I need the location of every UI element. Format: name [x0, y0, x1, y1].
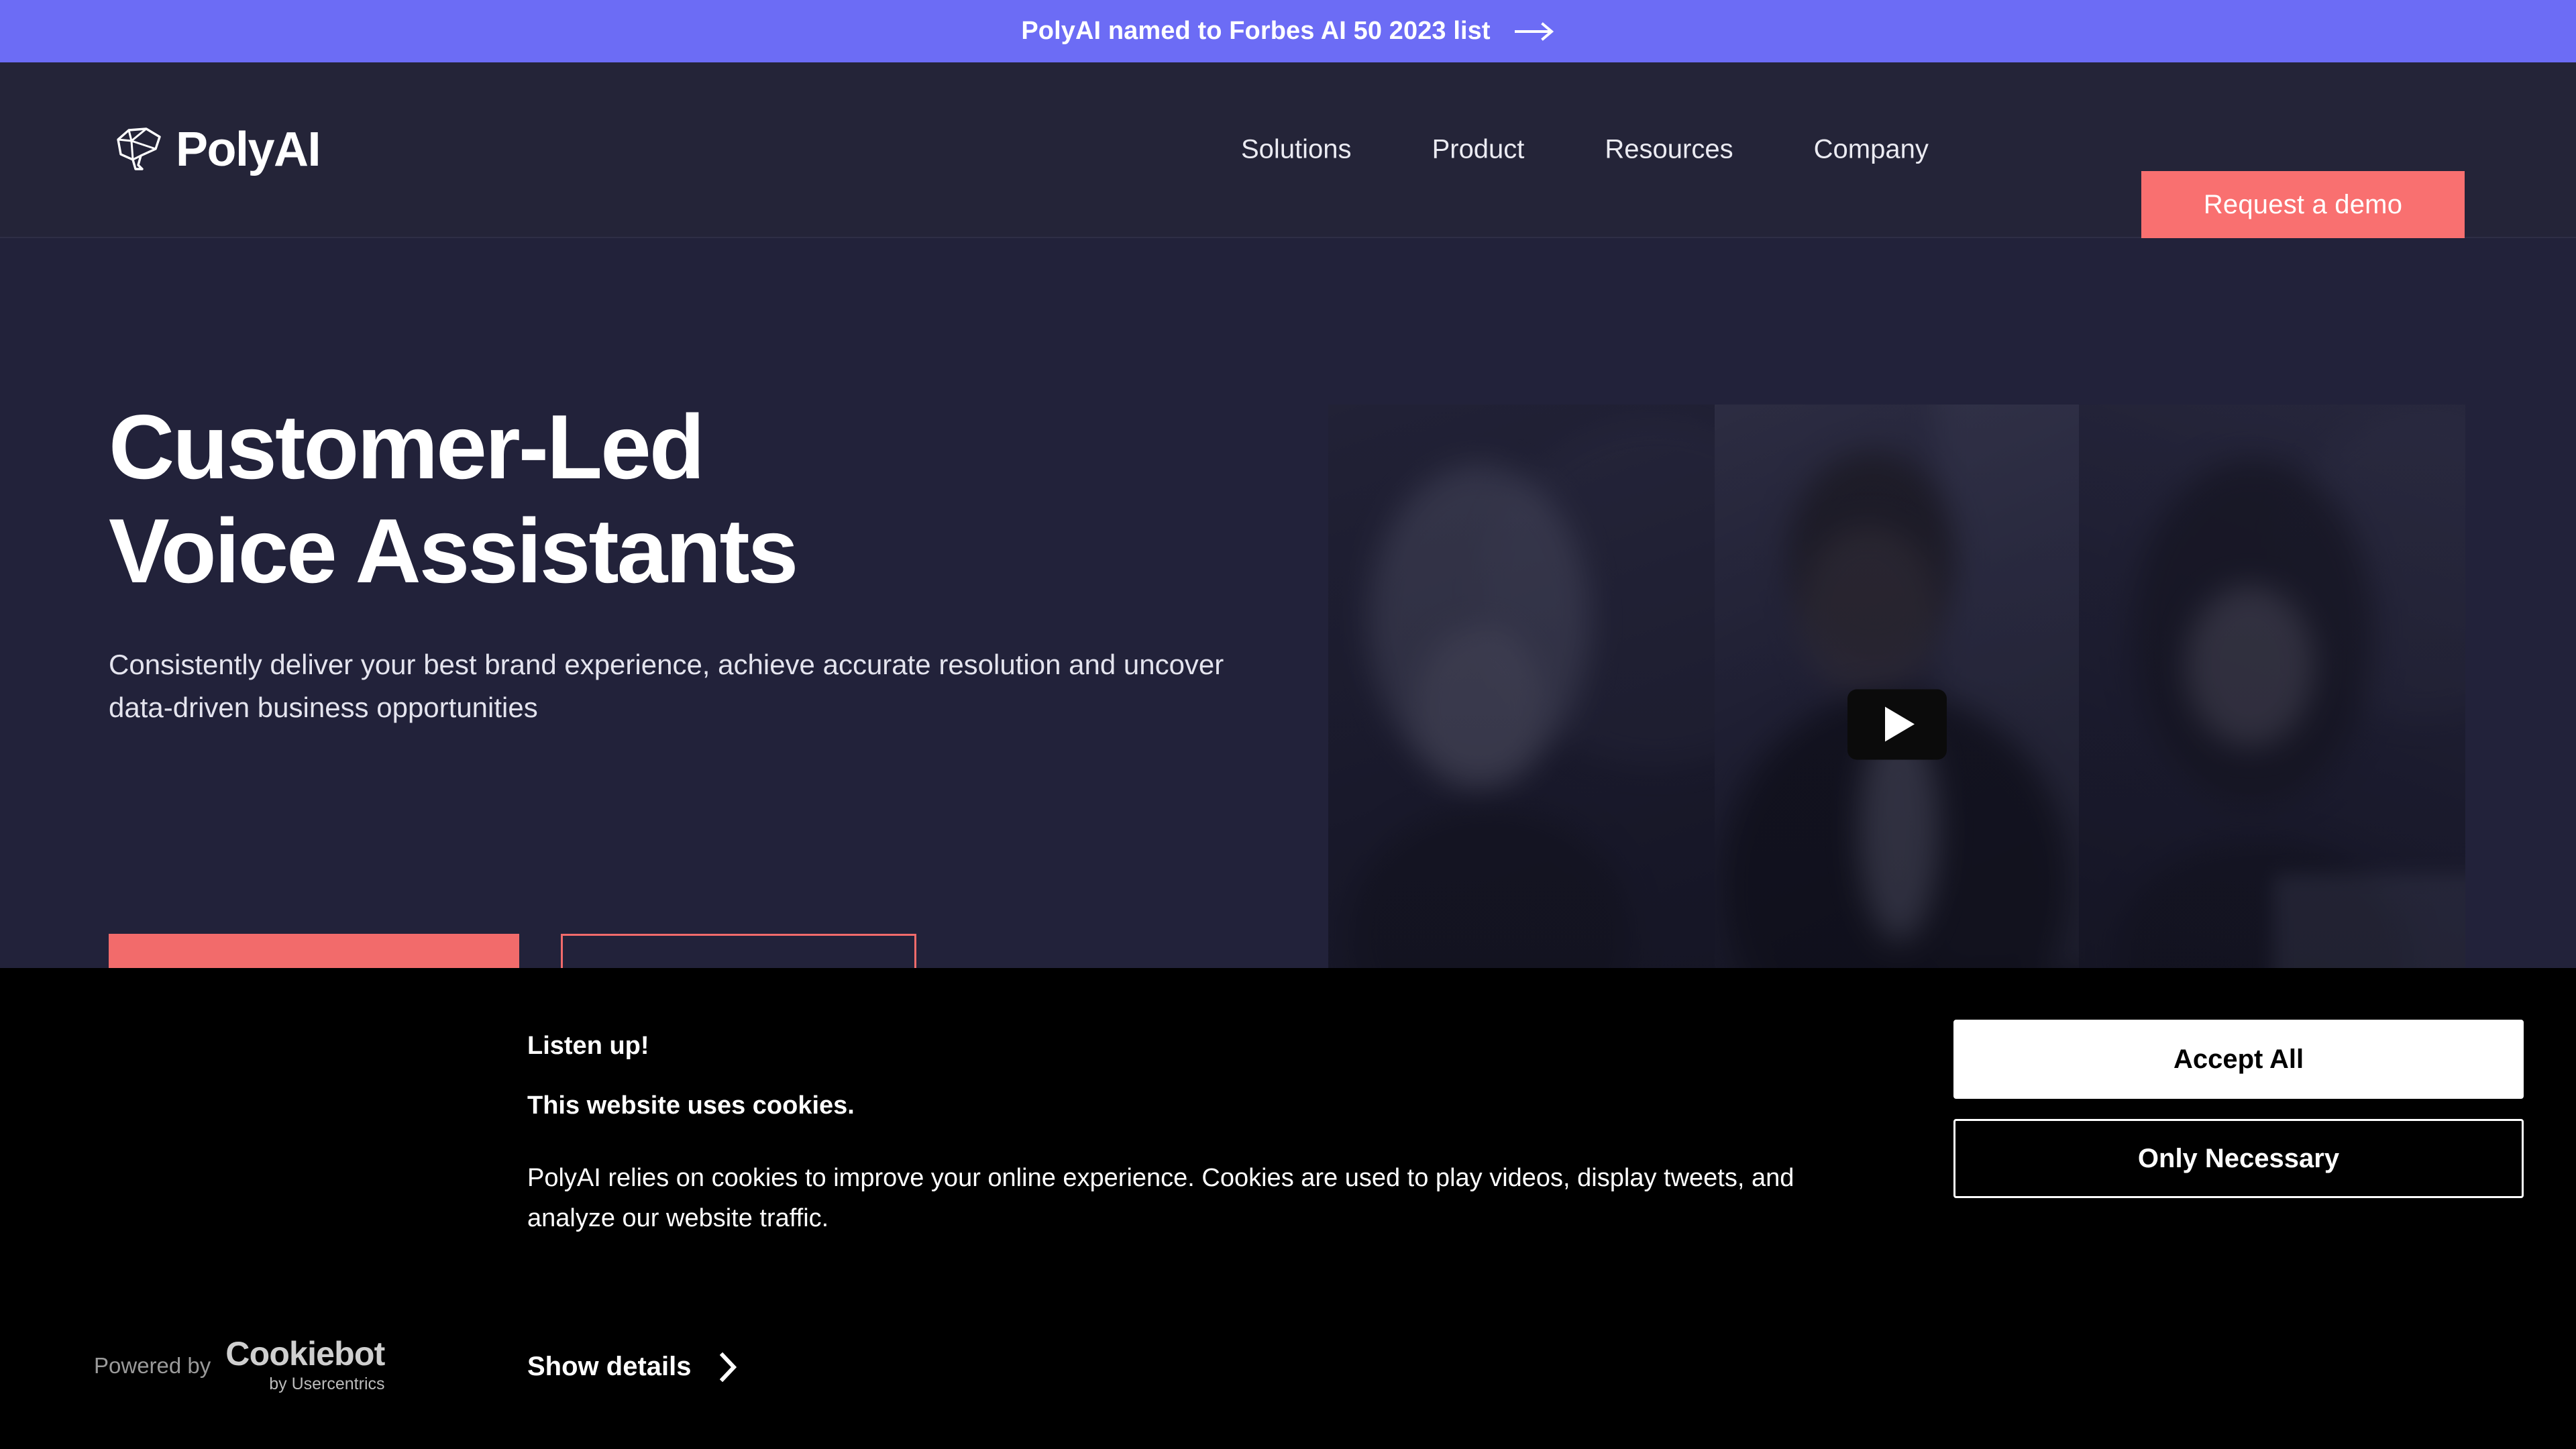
- nav-item-resources[interactable]: Resources: [1564, 135, 1773, 165]
- brand-logo-link[interactable]: PolyAI: [109, 123, 321, 176]
- hero-copy: Customer-Led Voice Assistants Consistent…: [109, 395, 1289, 729]
- cookiebot-subtitle: by Usercentrics: [269, 1375, 385, 1393]
- brand-name: PolyAI: [176, 123, 321, 176]
- announcement-bar[interactable]: PolyAI named to Forbes AI 50 2023 list: [0, 0, 2576, 62]
- announcement-text: PolyAI named to Forbes AI 50 2023 list: [1021, 17, 1491, 45]
- hero-video-thumbnail[interactable]: [1328, 405, 2465, 1044]
- cookie-description: PolyAI relies on cookies to improve your…: [527, 1164, 1794, 1233]
- cookiebot-name: Cookiebot: [225, 1335, 385, 1373]
- hero-title-line-2: Voice Assistants: [109, 500, 798, 602]
- site-header: PolyAI Solutions Product Resources Compa…: [0, 62, 2576, 238]
- play-button-icon[interactable]: [1847, 689, 1947, 759]
- accept-all-button[interactable]: Accept All: [1953, 1020, 2524, 1099]
- only-necessary-button[interactable]: Only Necessary: [1953, 1119, 2524, 1198]
- main-navigation: Solutions Product Resources Company: [1201, 135, 1969, 165]
- cookiebot-attribution: Powered by Cookiebot by Usercentrics: [94, 1337, 385, 1394]
- cookie-subheading: This website uses cookies.: [527, 1091, 855, 1120]
- cookie-banner-text: Listen up! This website uses cookies. Po…: [527, 1032, 1882, 1238]
- powered-by-label: Powered by: [94, 1352, 211, 1378]
- play-triangle-icon: [1884, 706, 1915, 742]
- nav-item-company[interactable]: Company: [1774, 135, 1969, 165]
- cookie-heading: Listen up!: [527, 1032, 649, 1060]
- nav-item-product[interactable]: Product: [1392, 135, 1565, 165]
- chevron-right-icon: [719, 1352, 737, 1382]
- nav-item-solutions[interactable]: Solutions: [1201, 135, 1392, 165]
- page-title: Customer-Led Voice Assistants: [109, 395, 1289, 603]
- hero-subtitle: Consistently deliver your best brand exp…: [109, 649, 1224, 723]
- arrow-right-icon: [1514, 21, 1555, 41]
- cookiebot-logo: Cookiebot by Usercentrics: [225, 1335, 385, 1394]
- show-details-label: Show details: [527, 1352, 692, 1381]
- request-demo-button[interactable]: Request a demo: [2141, 171, 2465, 238]
- hero-title-line-1: Customer-Led: [109, 396, 705, 498]
- cookie-action-buttons: Accept All Only Necessary: [1953, 1020, 2524, 1198]
- polyai-polygon-brain-icon: [109, 125, 166, 174]
- show-details-button[interactable]: Show details: [527, 1352, 737, 1382]
